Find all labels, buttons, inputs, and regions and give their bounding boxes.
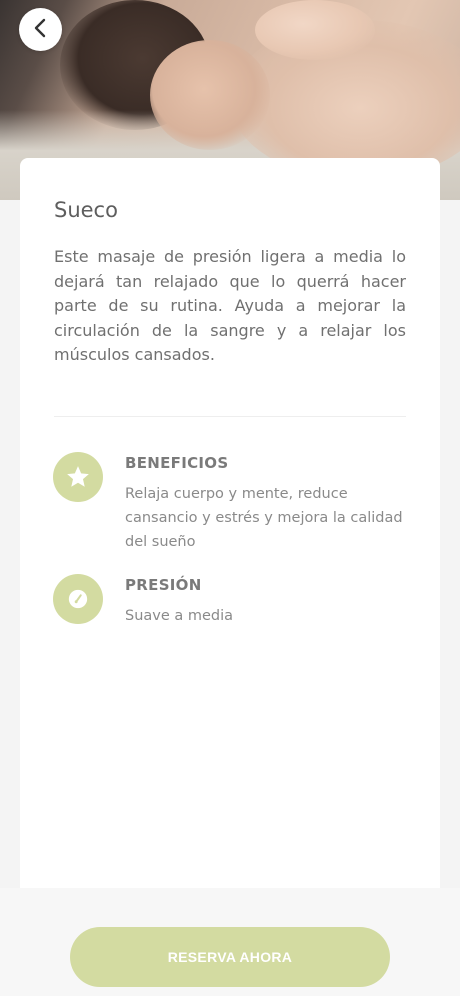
feature-heading: BENEFICIOS	[125, 454, 229, 472]
star-icon	[53, 452, 103, 502]
feature-text: Relaja cuerpo y mente, reduce cansancio …	[125, 486, 403, 550]
reserve-button[interactable]: RESERVA AHORA	[70, 927, 390, 987]
feature-text: Suave a media	[125, 608, 234, 624]
gauge-icon	[53, 574, 103, 624]
divider	[54, 416, 406, 417]
service-title: Sueco	[54, 198, 118, 222]
service-description: Este masaje de presión ligera a media lo…	[54, 247, 406, 364]
service-detail-card: Sueco Este masaje de presión ligera a me…	[20, 158, 440, 996]
feature-heading: PRESIÓN	[125, 576, 202, 594]
chevron-left-icon	[33, 18, 49, 42]
back-button[interactable]	[19, 8, 62, 51]
